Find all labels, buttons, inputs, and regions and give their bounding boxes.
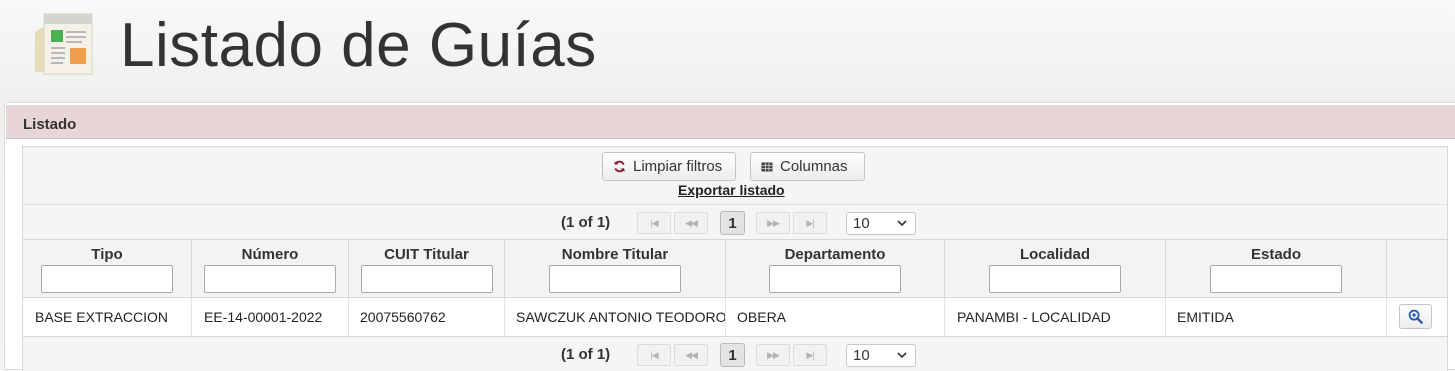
first-page-button[interactable]: |◀ — [637, 212, 671, 234]
clear-filters-button[interactable]: Limpiar filtros — [602, 152, 736, 181]
table-toolbar: Limpiar filtros Columnas Exportar listad… — [23, 147, 1447, 205]
rows-per-page-select[interactable]: 10 — [846, 212, 916, 235]
view-detail-button[interactable] — [1399, 304, 1432, 329]
columns-label: Columnas — [780, 158, 848, 175]
clear-filters-label: Limpiar filtros — [633, 158, 723, 175]
filter-input-departamento[interactable] — [769, 265, 901, 293]
paginator-status: (1 of 1) — [561, 346, 611, 363]
paginator-status: (1 of 1) — [561, 214, 611, 231]
column-header-departamento[interactable]: Departamento — [726, 240, 945, 297]
filter-input-cuit[interactable] — [361, 265, 493, 293]
column-label: Tipo — [91, 246, 123, 263]
column-header-nombre[interactable]: Nombre Titular — [505, 240, 726, 297]
panel-header: Listado — [6, 105, 1455, 139]
column-header-estado[interactable]: Estado — [1166, 240, 1387, 297]
next-page-button[interactable]: ▶▶ — [756, 212, 790, 234]
cell-numero: EE-14-00001-2022 — [192, 298, 349, 336]
newspaper-icon — [35, 13, 93, 75]
cell-departamento: OBERA — [726, 298, 945, 336]
cell-cuit: 20075560762 — [349, 298, 505, 336]
last-page-button[interactable]: ▶| — [793, 344, 827, 366]
column-header-localidad[interactable]: Localidad — [945, 240, 1166, 297]
page-title: Listado de Guías — [120, 11, 597, 80]
chevron-down-icon — [897, 220, 907, 227]
paginator-top: (1 of 1) |◀ ◀◀ 1 ▶▶ ▶| 10 — [23, 205, 1447, 240]
export-list-link[interactable]: Exportar listado — [678, 182, 785, 198]
data-table: Limpiar filtros Columnas Exportar listad… — [22, 146, 1448, 371]
rows-per-page-select[interactable]: 10 — [846, 344, 916, 367]
table-icon — [761, 162, 773, 171]
column-label: Nombre Titular — [561, 246, 669, 263]
column-label: Localidad — [1019, 246, 1090, 263]
filter-input-nombre[interactable] — [549, 265, 681, 293]
previous-page-button[interactable]: ◀◀ — [674, 212, 708, 234]
current-page-button[interactable]: 1 — [720, 343, 745, 367]
filter-input-localidad[interactable] — [989, 265, 1121, 293]
previous-page-button[interactable]: ◀◀ — [674, 344, 708, 366]
rows-per-page-value: 10 — [853, 215, 870, 232]
cell-localidad: PANAMBI - LOCALIDAD — [945, 298, 1166, 336]
page-header: Listado de Guías — [0, 0, 1455, 100]
last-page-button[interactable]: ▶| — [793, 212, 827, 234]
paginator-bottom: (1 of 1) |◀ ◀◀ 1 ▶▶ ▶| 10 — [23, 336, 1447, 371]
columns-button[interactable]: Columnas — [750, 152, 865, 181]
cell-nombre: SAWCZUK ANTONIO TEODORO — [505, 298, 726, 336]
table-row[interactable]: BASE EXTRACCION EE-14-00001-2022 2007556… — [23, 298, 1447, 336]
list-panel: Listado Limpiar filtros Columnas Exporta… — [4, 102, 1455, 371]
first-page-button[interactable]: |◀ — [637, 344, 671, 366]
column-label: Estado — [1250, 246, 1301, 263]
column-header-actions — [1387, 240, 1447, 297]
refresh-icon — [614, 160, 625, 173]
column-label: Número — [241, 246, 299, 263]
zoom-in-icon — [1408, 309, 1423, 324]
column-header-cuit[interactable]: CUIT Titular — [349, 240, 505, 297]
filter-input-estado[interactable] — [1210, 265, 1342, 293]
column-label: Departamento — [784, 246, 886, 263]
filter-input-numero[interactable] — [204, 265, 336, 293]
cell-estado: EMITIDA — [1166, 298, 1387, 336]
rows-per-page-value: 10 — [853, 347, 870, 364]
chevron-down-icon — [897, 352, 907, 359]
filter-input-tipo[interactable] — [41, 265, 173, 293]
column-label: CUIT Titular — [384, 246, 469, 263]
cell-tipo: BASE EXTRACCION — [23, 298, 192, 336]
column-header-numero[interactable]: Número — [192, 240, 349, 297]
panel-title: Listado — [23, 116, 77, 133]
table-header: Tipo Número CUIT Titular Nombre Titular … — [23, 240, 1447, 298]
current-page-button[interactable]: 1 — [720, 211, 745, 235]
next-page-button[interactable]: ▶▶ — [756, 344, 790, 366]
column-header-tipo[interactable]: Tipo — [23, 240, 192, 297]
